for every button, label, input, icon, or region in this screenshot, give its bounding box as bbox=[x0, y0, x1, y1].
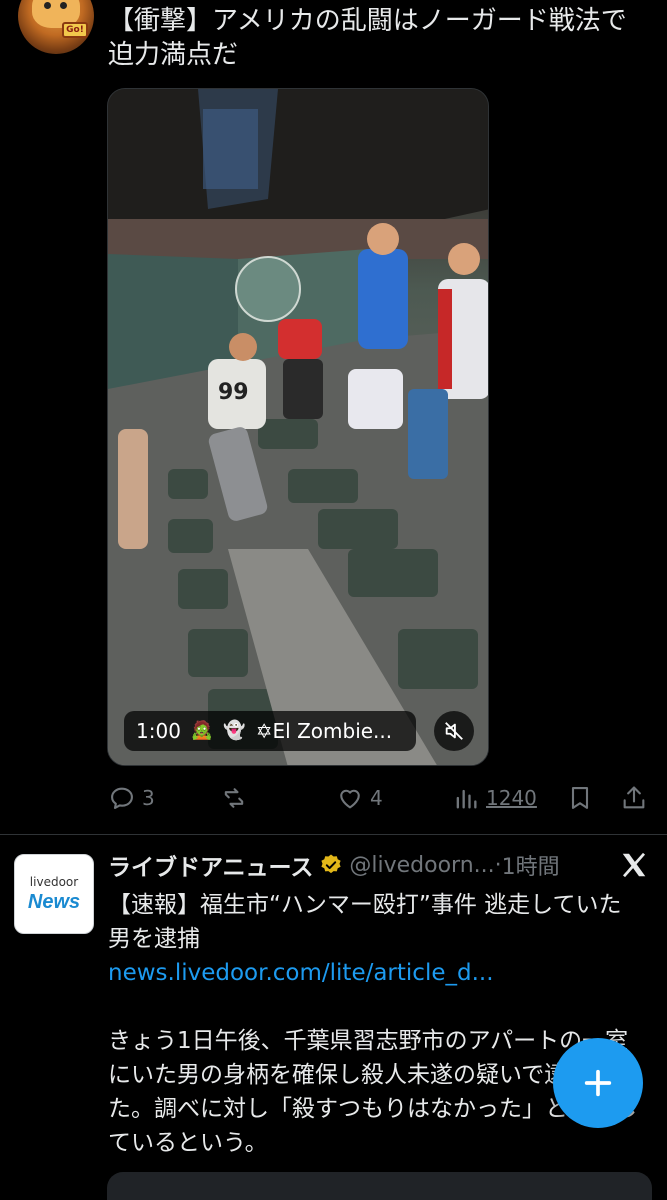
compose-plus-icon bbox=[584, 1069, 612, 1097]
views-count: 1240 bbox=[486, 786, 537, 810]
views-icon bbox=[456, 789, 477, 809]
link-card-preview[interactable] bbox=[107, 1172, 652, 1200]
headline-text: 【速報】福生市“ハンマー殴打”事件 逃走していた男を逮捕 bbox=[108, 892, 622, 952]
tweet-divider bbox=[0, 834, 667, 835]
tweet-text: 【衝撃】アメリカの乱闘はノーガード戦法で迫力満点だ bbox=[108, 6, 627, 70]
avatar-badge: Go! bbox=[62, 22, 88, 38]
author-avatar[interactable]: Go! bbox=[18, 0, 94, 54]
share-icon bbox=[623, 786, 645, 809]
tweet-1[interactable]: Go! 【衝撃】アメリカの乱闘はノーガード戦法で迫力満点だ 99 1:00 🧟 … bbox=[0, 0, 667, 835]
mute-icon bbox=[445, 722, 463, 740]
tweet-body: 【速報】福生市“ハンマー殴打”事件 逃走していた男を逮捕 news.livedo… bbox=[108, 888, 640, 1160]
zombie-emoji: 🧟 bbox=[190, 720, 214, 741]
like-icon bbox=[340, 789, 360, 809]
author-name[interactable]: ライブドアニュース bbox=[108, 848, 313, 882]
video-frame: 99 bbox=[108, 89, 488, 765]
share-button[interactable] bbox=[620, 776, 648, 820]
tweet-header: ライブドアニュース @livedoorn... · 1時間 bbox=[108, 848, 648, 882]
avatar-livedoor-text: livedoor bbox=[29, 875, 79, 889]
tweet-2[interactable]: livedoor News ライブドアニュース @livedoorn... · … bbox=[0, 836, 667, 1200]
video-duration: 1:00 bbox=[136, 719, 181, 743]
reply-button[interactable]: 3 bbox=[108, 776, 155, 820]
retweet-button[interactable] bbox=[220, 776, 254, 820]
avatar-eye bbox=[44, 2, 51, 9]
livedoor-avatar[interactable]: livedoor News bbox=[14, 854, 94, 934]
ghost-emoji: 👻 bbox=[223, 720, 246, 741]
mute-button[interactable] bbox=[434, 711, 474, 751]
post-time[interactable]: 1時間 bbox=[502, 849, 560, 881]
video-player[interactable]: 99 1:00 🧟 👻 ✡El Zombie... bbox=[107, 88, 489, 766]
x-logo-icon bbox=[622, 852, 646, 878]
author-handle[interactable]: @livedoorn... bbox=[349, 853, 494, 878]
avatar-news-text: News bbox=[27, 891, 81, 913]
avatar-eye bbox=[60, 2, 67, 9]
bookmark-button[interactable] bbox=[566, 776, 594, 820]
tweet-actions: 3 4 1240 bbox=[108, 776, 656, 820]
article-link[interactable]: news.livedoor.com/lite/article_d... bbox=[108, 956, 640, 990]
time-separator: · bbox=[494, 852, 502, 878]
reply-count: 3 bbox=[142, 786, 155, 810]
views-button[interactable]: 1240 bbox=[452, 776, 537, 820]
jersey-number: 99 bbox=[218, 380, 249, 405]
video-source-user: ✡El Zombie... bbox=[255, 719, 393, 743]
reply-icon bbox=[111, 787, 133, 809]
verified-badge-icon bbox=[321, 854, 341, 874]
bookmark-icon bbox=[571, 787, 589, 809]
retweet-icon bbox=[224, 788, 244, 808]
video-overlay-pill[interactable]: 1:00 🧟 👻 ✡El Zombie... bbox=[124, 711, 416, 751]
like-button[interactable]: 4 bbox=[336, 776, 383, 820]
like-count: 4 bbox=[370, 786, 383, 810]
compose-button[interactable] bbox=[553, 1038, 643, 1128]
